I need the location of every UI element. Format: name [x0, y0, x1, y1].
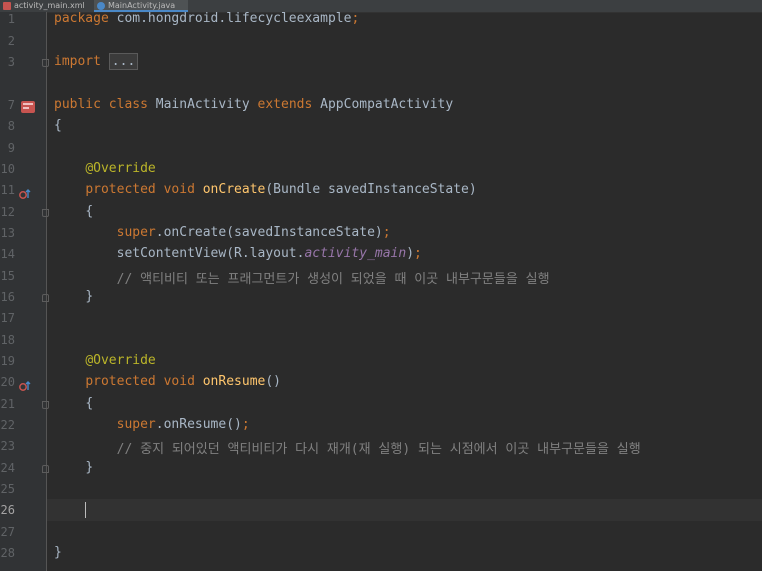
tab-label: activity_main.xml [14, 1, 85, 10]
code-line-brace[interactable]: } [54, 289, 93, 304]
class-name: MainActivity [155, 97, 250, 112]
override-method-icon[interactable] [19, 185, 31, 199]
comment: // 중지 되어있던 액티비티가 다시 재개(재 실행) 되는 시점에서 이곳 … [116, 442, 641, 457]
keyword: super [116, 417, 156, 432]
line-number: 25 [0, 482, 15, 496]
line-number: 2 [7, 34, 15, 48]
line-number: 7 [7, 98, 15, 112]
line-number: 21 [0, 397, 15, 411]
semicolon: ; [241, 417, 250, 432]
method-call: setContentView(R.layout. [116, 246, 305, 261]
line-number: 24 [0, 461, 15, 475]
keyword: extends [257, 97, 313, 112]
code-line-comment[interactable]: // 중지 되어있던 액티비티가 다시 재개(재 실행) 되는 시점에서 이곳 … [54, 438, 641, 457]
keyword: import [54, 54, 101, 69]
code-line-brace[interactable]: { [54, 204, 93, 219]
brace: { [85, 204, 94, 219]
line-number: 20 [0, 375, 15, 389]
line-number: 16 [0, 290, 15, 304]
fold-marker-icon[interactable] [42, 401, 49, 409]
keyword: public [54, 97, 101, 112]
line-number: 3 [7, 55, 15, 69]
brace: } [54, 545, 62, 560]
line-number: 12 [0, 205, 15, 219]
code-line-class-declaration[interactable]: public class MainActivity extends AppCom… [54, 97, 453, 112]
brace: { [85, 396, 94, 411]
code-line-package[interactable]: package com.hongdroid.lifecycleexample; [54, 11, 359, 26]
code-line-annotation[interactable]: @Override [54, 353, 156, 368]
keyword: package [54, 11, 109, 26]
line-number: 13 [0, 226, 15, 240]
code-line-brace[interactable]: { [54, 396, 93, 411]
tab-label: MainActivity.java [108, 1, 176, 10]
line-number: 18 [0, 333, 15, 347]
keyword: void [163, 182, 195, 197]
fold-marker-icon[interactable] [42, 465, 49, 473]
line-number: 9 [7, 141, 15, 155]
code-line-annotation[interactable]: @Override [54, 161, 156, 176]
semicolon: ; [414, 246, 422, 261]
line-number: 19 [0, 354, 15, 368]
current-line-highlight [47, 499, 762, 521]
method-name: onResume [202, 374, 266, 389]
line-number: 15 [0, 269, 15, 283]
fold-marker-icon[interactable] [42, 294, 49, 302]
line-number-current: 26 [0, 503, 15, 517]
code-line-super-oncreate[interactable]: super.onCreate(savedInstanceState); [54, 225, 391, 240]
super-class-name: AppCompatActivity [320, 97, 454, 112]
annotation: @Override [85, 161, 156, 176]
override-method-icon[interactable] [19, 377, 31, 391]
line-number: 10 [0, 162, 15, 176]
brace: } [85, 289, 94, 304]
keyword: class [108, 97, 148, 112]
line-number: 14 [0, 247, 15, 261]
annotation: @Override [85, 353, 156, 368]
code-line-oncreate-signature[interactable]: protected void onCreate(Bundle savedInst… [54, 182, 477, 197]
method-call: .onResume() [155, 417, 242, 432]
code-line-class-close[interactable]: } [54, 545, 62, 560]
line-number: 1 [7, 12, 15, 26]
semicolon: ; [382, 225, 391, 240]
keyword: protected [85, 182, 156, 197]
code-line-class-brace[interactable]: { [54, 118, 62, 133]
code-line-setcontentview[interactable]: setContentView(R.layout.activity_main); [54, 246, 422, 261]
comment: // 액티비티 또는 프래그먼트가 생성이 되었을 때 이곳 내부구문들을 실행 [116, 272, 550, 287]
keyword: void [163, 374, 195, 389]
code-line-brace[interactable]: } [54, 460, 93, 475]
brace: } [85, 460, 94, 475]
line-number: 28 [0, 546, 15, 560]
line-number: 8 [7, 119, 15, 133]
fold-marker-icon[interactable] [42, 59, 49, 67]
line-number: 27 [0, 525, 15, 539]
fold-marker-icon[interactable] [42, 209, 49, 217]
line-number: 17 [0, 311, 15, 325]
layout-field: activity_main [304, 246, 407, 261]
line-number: 11 [0, 183, 15, 197]
xml-file-icon [3, 2, 11, 10]
collapsed-imports[interactable]: ... [108, 53, 139, 70]
keyword: super [116, 225, 156, 240]
package-name: com.hongdroid.lifecycleexample [108, 11, 352, 26]
gutter-divider [46, 12, 47, 571]
code-line-comment[interactable]: // 액티비티 또는 프래그먼트가 생성이 되었을 때 이곳 내부구문들을 실행 [54, 268, 550, 287]
text-caret [85, 502, 86, 518]
run-class-icon[interactable] [20, 99, 36, 113]
semicolon: ; [351, 11, 360, 26]
method-name: onCreate [202, 182, 266, 197]
line-number: 23 [0, 439, 15, 453]
close-paren: ) [406, 246, 415, 261]
code-line-import[interactable]: import ... [54, 53, 139, 70]
code-line-onresume-signature[interactable]: protected void onResume() [54, 374, 281, 389]
method-call: .onCreate(savedInstanceState) [155, 225, 383, 240]
parameters: () [265, 374, 282, 389]
keyword: protected [85, 374, 156, 389]
java-class-icon [97, 2, 105, 10]
parameters: (Bundle savedInstanceState) [265, 182, 477, 197]
code-line-super-onresume[interactable]: super.onResume(); [54, 417, 250, 432]
line-number: 22 [0, 418, 15, 432]
brace: { [54, 118, 62, 133]
